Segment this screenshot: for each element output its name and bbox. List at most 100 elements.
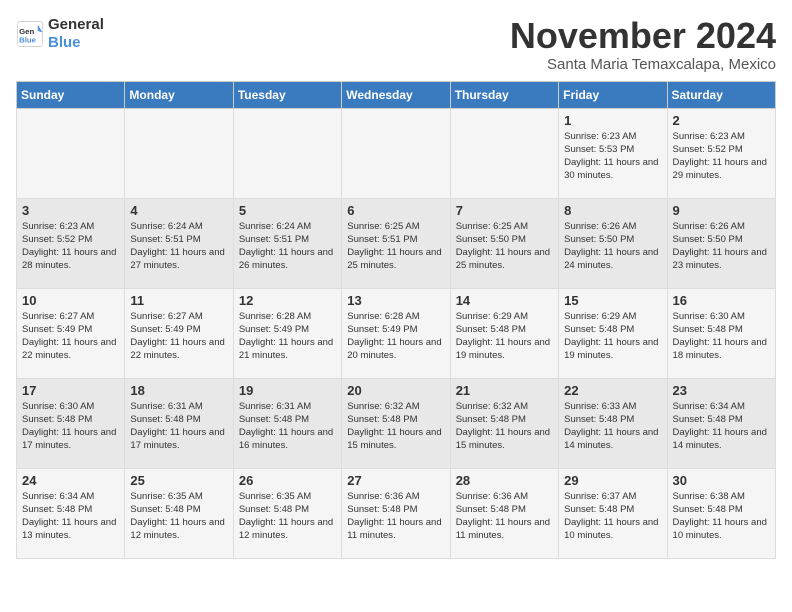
calendar-week-row: 17 Sunrise: 6:30 AM Sunset: 5:48 PM Dayli…: [17, 378, 776, 468]
calendar-cell: 8 Sunrise: 6:26 AM Sunset: 5:50 PM Daylig…: [559, 198, 667, 288]
calendar-cell: 17 Sunrise: 6:30 AM Sunset: 5:48 PM Dayli…: [17, 378, 125, 468]
svg-text:Blue: Blue: [19, 36, 37, 45]
calendar-cell: 6Sunrise: 6:25 AM Sunset: 5:51 PM Daylig…: [342, 198, 450, 288]
cell-info: Sunrise: 6:36 AM Sunset: 5:48 PM Dayligh…: [456, 490, 553, 543]
calendar-cell: 28Sunrise: 6:36 AM Sunset: 5:48 PM Dayli…: [450, 468, 558, 558]
calendar-cell: 13 Sunrise: 6:28 AM Sunset: 5:49 PM Dayli…: [342, 288, 450, 378]
calendar-cell: 10Sunrise: 6:27 AM Sunset: 5:49 PM Dayli…: [17, 288, 125, 378]
cell-info: Sunrise: 6:25 AM Sunset: 5:51 PM Dayligh…: [347, 220, 444, 273]
cell-info: Sunrise: 6:32 AM Sunset: 5:48 PM Dayligh…: [347, 400, 444, 453]
calendar-cell: 21Sunrise: 6:32 AM Sunset: 5:48 PM Dayli…: [450, 378, 558, 468]
weekday-header-friday: Friday: [559, 81, 667, 108]
location-title: Santa Maria Temaxcalapa, Mexico: [510, 56, 776, 73]
day-number: 15: [564, 293, 661, 308]
cell-info: Sunrise: 6:27 AM Sunset: 5:49 PM Dayligh…: [130, 310, 227, 363]
weekday-header-tuesday: Tuesday: [233, 81, 341, 108]
calendar-cell: 7 Sunrise: 6:25 AM Sunset: 5:50 PM Daylig…: [450, 198, 558, 288]
calendar-cell: 1Sunrise: 6:23 AM Sunset: 5:53 PM Daylig…: [559, 108, 667, 198]
calendar-cell: [17, 108, 125, 198]
day-number: 22: [564, 383, 661, 398]
weekday-header-saturday: Saturday: [667, 81, 775, 108]
calendar-cell: 5 Sunrise: 6:24 AM Sunset: 5:51 PM Daylig…: [233, 198, 341, 288]
logo: Gen Blue General Blue: [16, 16, 104, 52]
title-block: November 2024 Santa Maria Temaxcalapa, M…: [510, 16, 776, 73]
day-number: 3: [22, 203, 119, 218]
svg-text:Gen: Gen: [19, 27, 34, 36]
calendar-week-row: 3 Sunrise: 6:23 AM Sunset: 5:52 PM Daylig…: [17, 198, 776, 288]
calendar-cell: 27 Sunrise: 6:36 AM Sunset: 5:48 PM Dayli…: [342, 468, 450, 558]
calendar-cell: 14 Sunrise: 6:29 AM Sunset: 5:48 PM Dayli…: [450, 288, 558, 378]
cell-info: Sunrise: 6:24 AM Sunset: 5:51 PM Dayligh…: [239, 220, 336, 273]
cell-info: Sunrise: 6:23 AM Sunset: 5:52 PM Dayligh…: [22, 220, 119, 273]
calendar-week-row: 1Sunrise: 6:23 AM Sunset: 5:53 PM Daylig…: [17, 108, 776, 198]
cell-info: Sunrise: 6:24 AM Sunset: 5:51 PM Dayligh…: [130, 220, 227, 273]
day-number: 12: [239, 293, 336, 308]
calendar-week-row: 10 Sunrise: 6:27 AM Sunset: 5:49 PM Dayli…: [17, 288, 776, 378]
day-number: 16: [673, 293, 770, 308]
cell-info: Sunrise: 6:32 AM Sunset: 5:48 PM Dayligh…: [456, 400, 553, 453]
calendar-table: SundayMondayTuesdayWednesdayThursdayFrid…: [16, 81, 776, 559]
day-number: 26: [239, 473, 336, 488]
calendar-cell: 3 Sunrise: 6:23 AM Sunset: 5:52 PM Daylig…: [17, 198, 125, 288]
cell-info: Sunrise: 6:33 AM Sunset: 5:48 PM Dayligh…: [564, 400, 661, 453]
weekday-header-wednesday: Wednesday: [342, 81, 450, 108]
weekday-header-sunday: Sunday: [17, 81, 125, 108]
cell-info: Sunrise: 6:35 AM Sunset: 5:48 PM Dayligh…: [130, 490, 227, 543]
day-number: 10: [22, 293, 119, 308]
cell-info: Sunrise: 6:34 AM Sunset: 5:48 PM Dayligh…: [673, 400, 770, 453]
day-number: 5: [239, 203, 336, 218]
day-number: 2: [673, 113, 770, 128]
day-number: 29: [564, 473, 661, 488]
calendar-cell: 15 Sunrise: 6:29 AM Sunset: 5:48 PM Dayli…: [559, 288, 667, 378]
cell-info: Sunrise: 6:26 AM Sunset: 5:50 PM Dayligh…: [673, 220, 770, 273]
day-number: 19: [239, 383, 336, 398]
day-number: 7: [456, 203, 553, 218]
cell-info: Sunrise: 6:38 AM Sunset: 5:48 PM Dayligh…: [673, 490, 770, 543]
calendar-cell: 9 Sunrise: 6:26 AM Sunset: 5:50 PM Daylig…: [667, 198, 775, 288]
cell-info: Sunrise: 6:31 AM Sunset: 5:48 PM Dayligh…: [130, 400, 227, 453]
cell-info: Sunrise: 6:25 AM Sunset: 5:50 PM Dayligh…: [456, 220, 553, 273]
day-number: 8: [564, 203, 661, 218]
day-number: 30: [673, 473, 770, 488]
cell-info: Sunrise: 6:36 AM Sunset: 5:48 PM Dayligh…: [347, 490, 444, 543]
cell-info: Sunrise: 6:28 AM Sunset: 5:49 PM Dayligh…: [347, 310, 444, 363]
calendar-cell: 11 Sunrise: 6:27 AM Sunset: 5:49 PM Dayli…: [125, 288, 233, 378]
day-number: 14: [456, 293, 553, 308]
calendar-cell: 2 Sunrise: 6:23 AM Sunset: 5:52 PM Daylig…: [667, 108, 775, 198]
calendar-cell: 18Sunrise: 6:31 AM Sunset: 5:48 PM Dayli…: [125, 378, 233, 468]
cell-info: Sunrise: 6:23 AM Sunset: 5:52 PM Dayligh…: [673, 130, 770, 183]
calendar-header-row: SundayMondayTuesdayWednesdayThursdayFrid…: [17, 81, 776, 108]
logo-line2: Blue: [48, 34, 104, 52]
day-number: 17: [22, 383, 119, 398]
month-title: November 2024: [510, 16, 776, 56]
calendar-cell: 24Sunrise: 6:34 AM Sunset: 5:48 PM Dayli…: [17, 468, 125, 558]
cell-info: Sunrise: 6:29 AM Sunset: 5:48 PM Dayligh…: [564, 310, 661, 363]
cell-info: Sunrise: 6:30 AM Sunset: 5:48 PM Dayligh…: [673, 310, 770, 363]
day-number: 4: [130, 203, 227, 218]
calendar-cell: [342, 108, 450, 198]
day-number: 27: [347, 473, 444, 488]
day-number: 25: [130, 473, 227, 488]
weekday-header-monday: Monday: [125, 81, 233, 108]
calendar-cell: 30 Sunrise: 6:38 AM Sunset: 5:48 PM Dayli…: [667, 468, 775, 558]
calendar-cell: 25 Sunrise: 6:35 AM Sunset: 5:48 PM Dayli…: [125, 468, 233, 558]
cell-info: Sunrise: 6:29 AM Sunset: 5:48 PM Dayligh…: [456, 310, 553, 363]
calendar-cell: 12Sunrise: 6:28 AM Sunset: 5:49 PM Dayli…: [233, 288, 341, 378]
day-number: 23: [673, 383, 770, 398]
cell-info: Sunrise: 6:23 AM Sunset: 5:53 PM Dayligh…: [564, 130, 661, 183]
calendar-cell: 26 Sunrise: 6:35 AM Sunset: 5:48 PM Dayli…: [233, 468, 341, 558]
day-number: 9: [673, 203, 770, 218]
calendar-cell: 19Sunrise: 6:31 AM Sunset: 5:48 PM Dayli…: [233, 378, 341, 468]
calendar-week-row: 24Sunrise: 6:34 AM Sunset: 5:48 PM Dayli…: [17, 468, 776, 558]
cell-info: Sunrise: 6:35 AM Sunset: 5:48 PM Dayligh…: [239, 490, 336, 543]
cell-info: Sunrise: 6:30 AM Sunset: 5:48 PM Dayligh…: [22, 400, 119, 453]
cell-info: Sunrise: 6:37 AM Sunset: 5:48 PM Dayligh…: [564, 490, 661, 543]
day-number: 11: [130, 293, 227, 308]
calendar-cell: [233, 108, 341, 198]
weekday-header-thursday: Thursday: [450, 81, 558, 108]
calendar-cell: 4 Sunrise: 6:24 AM Sunset: 5:51 PM Daylig…: [125, 198, 233, 288]
cell-info: Sunrise: 6:26 AM Sunset: 5:50 PM Dayligh…: [564, 220, 661, 273]
calendar-cell: 20Sunrise: 6:32 AM Sunset: 5:48 PM Dayli…: [342, 378, 450, 468]
day-number: 13: [347, 293, 444, 308]
calendar-cell: 16 Sunrise: 6:30 AM Sunset: 5:48 PM Dayli…: [667, 288, 775, 378]
